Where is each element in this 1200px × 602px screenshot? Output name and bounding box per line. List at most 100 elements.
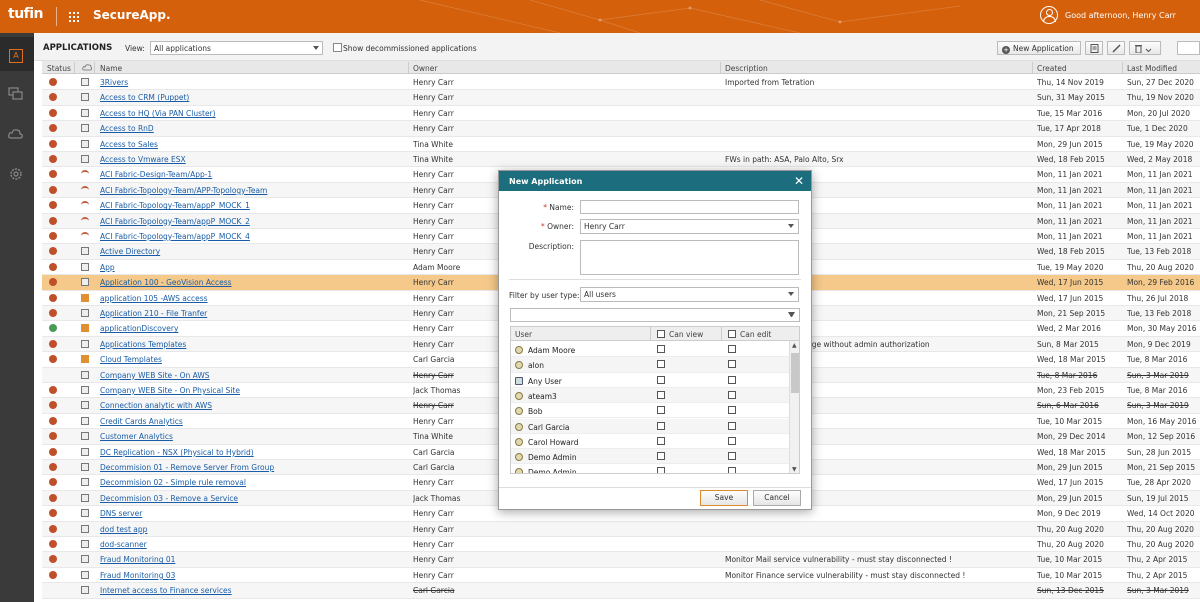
app-name-link[interactable]: ACI Fabric-Design-Team/App-1 <box>100 170 400 179</box>
user-type-select[interactable]: All users <box>580 287 799 302</box>
app-name-link[interactable]: DC Replication - NSX (Physical to Hybrid… <box>100 448 400 457</box>
can-view-checkbox[interactable] <box>657 406 665 415</box>
app-name-link[interactable]: Access to Sales <box>100 140 400 149</box>
app-name-link[interactable]: dod test app <box>100 525 400 534</box>
edit-button[interactable] <box>1107 41 1125 55</box>
close-icon[interactable]: ✕ <box>794 174 804 188</box>
can-view-checkbox[interactable] <box>657 452 665 461</box>
app-name-link[interactable]: Decommision 03 - Remove a Service <box>100 494 400 503</box>
app-name-link[interactable]: dod-scanner <box>100 540 400 549</box>
app-name-link[interactable]: Credit Cards Analytics <box>100 417 400 426</box>
filter-icon[interactable] <box>788 312 795 319</box>
can-view-checkbox[interactable] <box>657 421 665 430</box>
can-view-checkbox[interactable] <box>657 345 665 353</box>
scroll-down-icon[interactable]: ▼ <box>792 466 797 473</box>
can-edit-checkbox[interactable] <box>728 467 736 473</box>
app-name-link[interactable]: application 105 -AWS access <box>100 294 400 303</box>
header-owner[interactable]: Owner <box>413 64 438 73</box>
app-name-link[interactable]: Active Directory <box>100 247 400 256</box>
can-view-checkbox[interactable] <box>657 467 665 473</box>
delete-button[interactable] <box>1129 41 1161 55</box>
app-name-link[interactable]: ACI Fabric-Topology-Team/appP_MOCK_4 <box>100 232 400 241</box>
sidebar-item-applications[interactable]: A <box>0 37 34 71</box>
header-name[interactable]: Name <box>100 64 122 73</box>
can-view-checkbox[interactable] <box>657 360 665 369</box>
app-name-link[interactable]: applicationDiscovery <box>100 324 400 333</box>
table-row[interactable]: Access to Sales Tina White Mon, 29 Jun 201… <box>42 136 1200 152</box>
scroll-thumb[interactable] <box>791 353 799 393</box>
app-name-link[interactable]: Application 100 - GeoVision Access <box>100 278 400 287</box>
app-name-link[interactable]: Access to CRM (Puppet) <box>100 93 400 102</box>
can-edit-checkbox[interactable] <box>728 360 736 369</box>
header-created[interactable]: Created <box>1037 64 1067 73</box>
user-search-input[interactable] <box>510 308 800 322</box>
can-view-all-checkbox[interactable] <box>657 330 665 338</box>
table-row[interactable]: dod test app Henry Carr Thu, 20 Aug 2020 Th… <box>42 521 1200 537</box>
show-decommissioned-checkbox[interactable] <box>333 43 342 52</box>
can-edit-checkbox[interactable] <box>728 390 736 399</box>
sidebar-item-cloud[interactable] <box>0 117 34 151</box>
app-name-link[interactable]: Connection analytic with AWS <box>100 401 400 410</box>
can-view-checkbox[interactable] <box>657 375 665 384</box>
trash-icon <box>1135 45 1142 54</box>
can-edit-checkbox[interactable] <box>728 375 736 384</box>
app-name-link[interactable]: DNS server <box>100 509 400 518</box>
can-edit-checkbox[interactable] <box>728 406 736 415</box>
header-status[interactable]: Status <box>47 64 71 73</box>
app-name-link[interactable]: App <box>100 263 400 272</box>
view-select[interactable]: All applications <box>150 41 323 55</box>
can-edit-checkbox[interactable] <box>728 421 736 430</box>
app-name-link[interactable]: Access to Vmware ESX <box>100 155 400 164</box>
table-row[interactable]: Access to RnD Henry Carr Tue, 17 Apr 2018 T… <box>42 121 1200 137</box>
app-name-link[interactable]: Decommision 01 - Remove Server From Grou… <box>100 463 400 472</box>
table-row[interactable]: Fraud Monitoring 03 Henry Carr Monitor Fin… <box>42 567 1200 584</box>
tufin-logo[interactable]: tufin <box>8 6 44 22</box>
user-greeting[interactable]: Good afternoon, Henry Carr <box>1065 11 1176 20</box>
table-row[interactable]: Access to CRM (Puppet) Henry Carr Sun, 31 … <box>42 90 1200 106</box>
app-name-link[interactable]: Fraud Monitoring 01 <box>100 555 400 564</box>
app-grid-icon[interactable] <box>69 12 79 22</box>
table-row[interactable]: dod-scanner Henry Carr Thu, 20 Aug 2020 Thu… <box>42 537 1200 553</box>
app-name-link[interactable]: ACI Fabric-Topology-Team/APP-Topology-Te… <box>100 186 400 195</box>
sidebar-item-messages[interactable] <box>0 77 34 111</box>
header-description[interactable]: Description <box>725 64 768 73</box>
app-name-link[interactable]: ACI Fabric-Topology-Team/appP_MOCK_2 <box>100 217 400 226</box>
sidebar-item-settings[interactable] <box>0 157 34 191</box>
table-row[interactable]: Internet access to Finance services Carl … <box>42 583 1200 599</box>
can-edit-all-checkbox[interactable] <box>728 330 736 338</box>
new-application-button[interactable]: + New Application <box>997 41 1081 55</box>
app-name-link[interactable]: Company WEB Site - On Physical Site <box>100 386 400 395</box>
export-button[interactable] <box>1085 41 1103 55</box>
save-button[interactable]: Save <box>700 490 748 506</box>
table-row[interactable]: Access to Vmware ESX Tina White FWs in pat… <box>42 152 1200 168</box>
cancel-button[interactable]: Cancel <box>753 490 801 506</box>
can-edit-checkbox[interactable] <box>728 452 736 461</box>
description-field[interactable] <box>580 240 799 275</box>
app-name-link[interactable]: Decommision 02 - Simple rule removal <box>100 478 400 487</box>
app-name-link[interactable]: Customer Analytics <box>100 432 400 441</box>
app-name-link[interactable]: Fraud Monitoring 03 <box>100 571 400 580</box>
app-name-link[interactable]: Company WEB Site - On AWS <box>100 371 400 380</box>
scroll-up-icon[interactable]: ▲ <box>792 342 797 349</box>
app-name-link[interactable]: Cloud Templates <box>100 355 400 364</box>
can-edit-checkbox[interactable] <box>728 436 736 445</box>
app-name-link[interactable]: Applications Templates <box>100 340 400 349</box>
header-last-modified[interactable]: Last Modified <box>1127 64 1177 73</box>
can-view-checkbox[interactable] <box>657 390 665 399</box>
app-name-link[interactable]: Application 210 - File Tranfer <box>100 309 400 318</box>
search-input[interactable] <box>1177 41 1200 55</box>
app-name-link[interactable]: 3Rivers <box>100 78 400 87</box>
table-row[interactable]: Access to HQ (Via PAN Cluster) Henry Carr… <box>42 105 1200 122</box>
app-name-link[interactable]: ACI Fabric-Topology-Team/appP_MOCK_1 <box>100 201 400 210</box>
table-row[interactable]: 3Rivers Henry Carr Imported from Tetration… <box>42 75 1200 91</box>
app-name-link[interactable]: Access to HQ (Via PAN Cluster) <box>100 109 400 118</box>
can-view-checkbox[interactable] <box>657 436 665 445</box>
app-name-link[interactable]: Access to RnD <box>100 124 400 133</box>
can-edit-checkbox[interactable] <box>728 345 736 353</box>
owner-select[interactable]: Henry Carr <box>580 219 799 234</box>
table-row[interactable]: Fraud Monitoring 01 Henry Carr Monitor Mai… <box>42 552 1200 568</box>
name-field[interactable] <box>580 200 799 214</box>
user-list-scrollbar[interactable]: ▲ ▼ <box>789 341 799 473</box>
user-avatar-icon[interactable] <box>1040 6 1058 24</box>
app-name-link[interactable]: Internet access to Finance services <box>100 586 400 595</box>
